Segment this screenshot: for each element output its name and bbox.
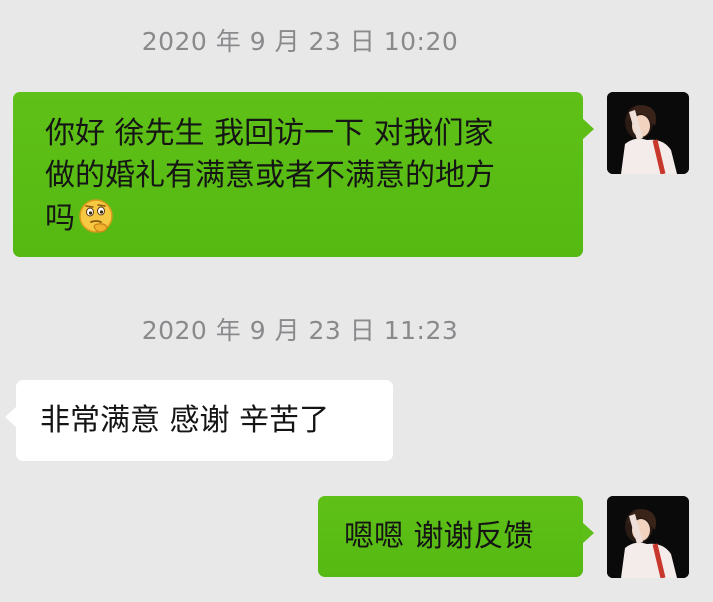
timestamp-1: 2020 年 9 月 23 日 10:20 — [141, 27, 459, 56]
avatar[interactable] — [607, 496, 689, 578]
message-text-line: 吗 — [45, 201, 75, 236]
message-bubble-other[interactable]: 非常满意 感谢 辛苦了 — [5, 380, 393, 461]
message-bubble-self[interactable]: 你好 徐先生 我回访一下 对我们家 做的婚礼有满意或者不满意的地方 吗 — [13, 92, 594, 257]
timestamp-2: 2020 年 9 月 23 日 11:23 — [141, 316, 459, 345]
message-text-line: 你好 徐先生 我回访一下 对我们家 — [45, 116, 494, 151]
thinking-face-icon — [77, 197, 115, 235]
message-text-line: 做的婚礼有满意或者不满意的地方 — [45, 158, 495, 193]
message-bubble-self[interactable]: 嗯嗯 谢谢反馈 — [318, 496, 594, 577]
message-text: 嗯嗯 谢谢反馈 — [344, 519, 534, 554]
message-text: 非常满意 感谢 辛苦了 — [40, 403, 330, 438]
avatar[interactable] — [607, 92, 689, 174]
